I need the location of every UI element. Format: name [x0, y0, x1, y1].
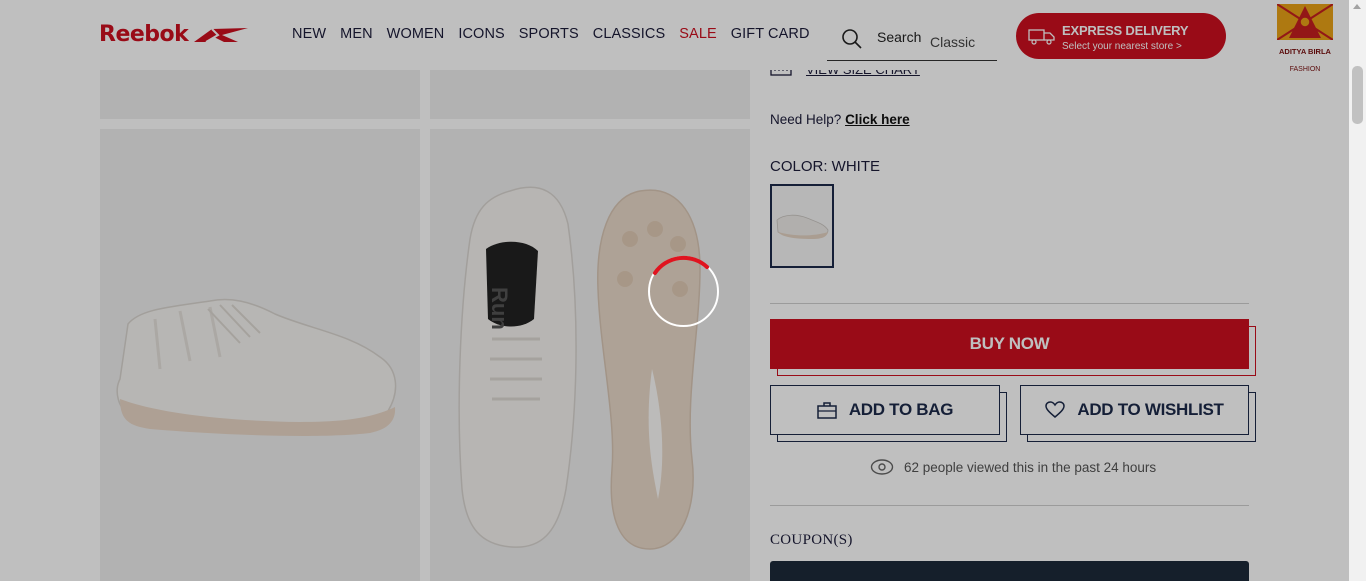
loading-spinner-icon	[648, 255, 719, 327]
scroll-up-arrow-icon[interactable]	[1353, 4, 1361, 9]
scrollbar-thumb[interactable]	[1352, 66, 1363, 124]
